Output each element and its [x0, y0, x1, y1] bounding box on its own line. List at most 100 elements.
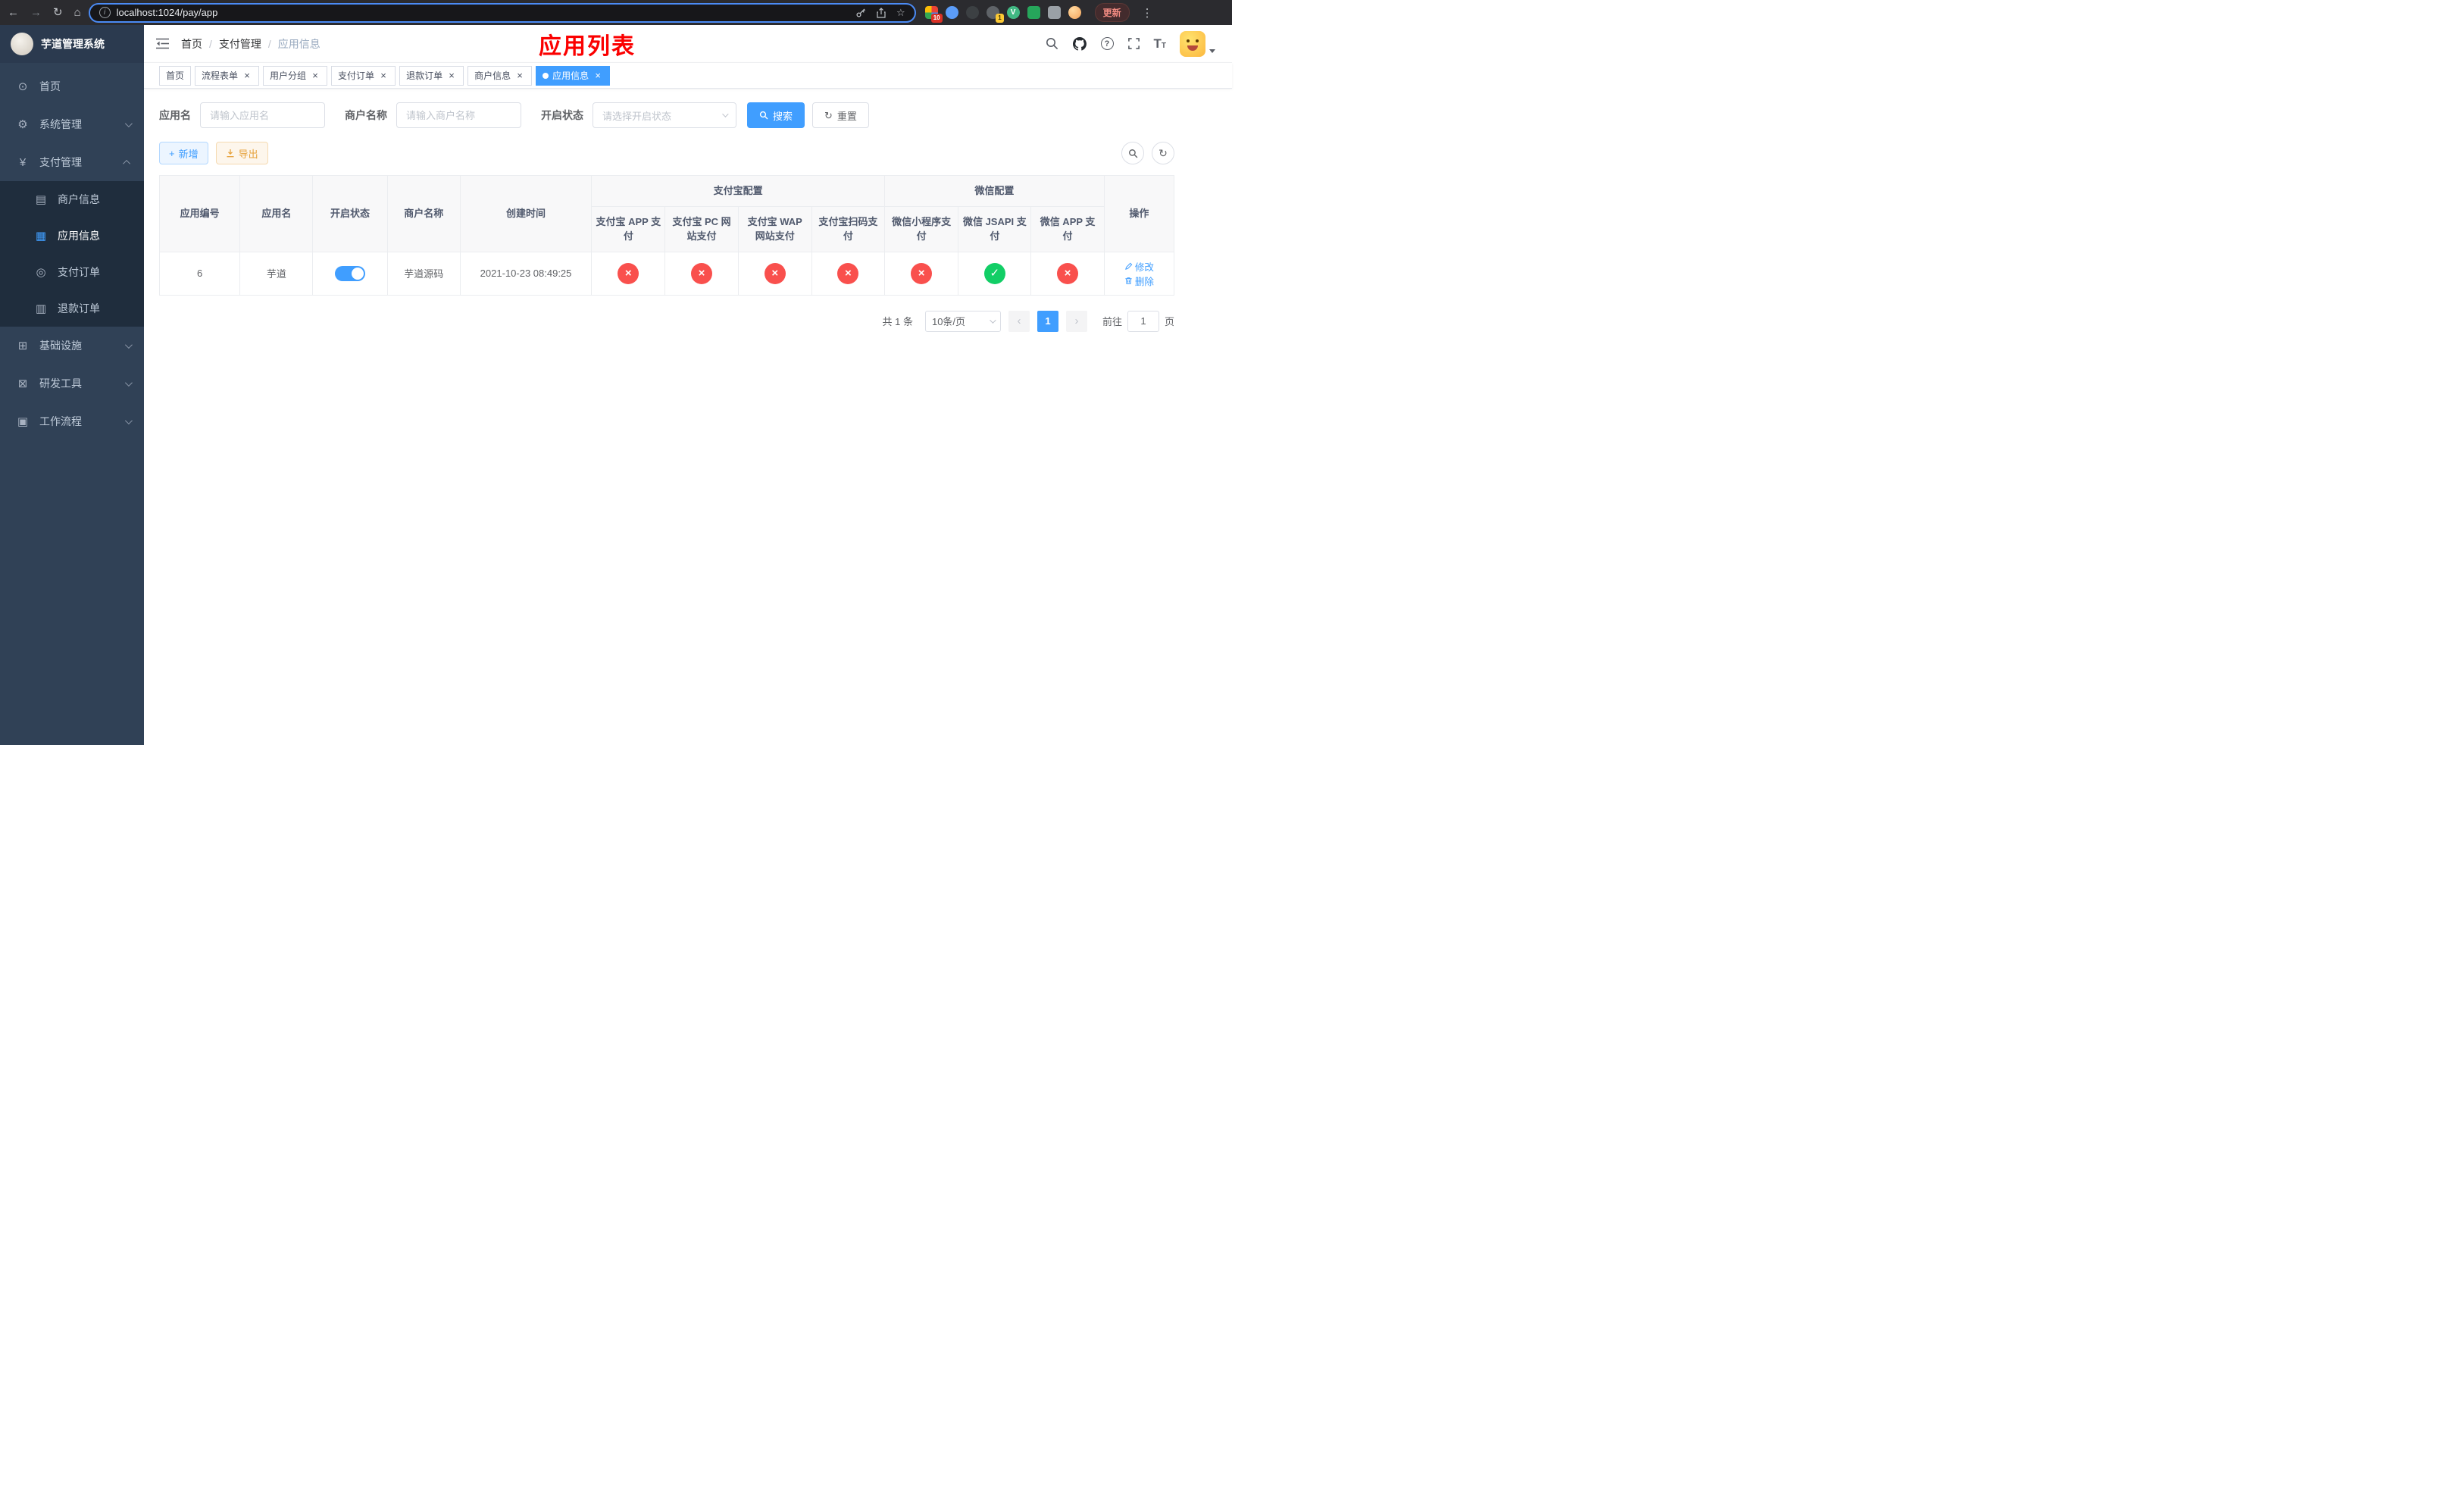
- close-icon[interactable]: ×: [593, 70, 603, 81]
- page-number-1[interactable]: 1: [1037, 310, 1058, 332]
- back-button[interactable]: ←: [8, 7, 19, 18]
- vue-devtools-icon[interactable]: V: [1006, 6, 1020, 19]
- breadcrumb-payment[interactable]: 支付管理: [219, 36, 261, 52]
- status-select[interactable]: 请选择开启状态: [593, 102, 736, 128]
- col-header-actions: 操作: [1103, 175, 1175, 252]
- header-search-icon[interactable]: [1046, 37, 1058, 50]
- sidebar-item-infrastructure[interactable]: ⊞ 基础设施: [0, 327, 144, 365]
- table-row: 6 芋道 芋道源码 2021-10-23 08:49:25 × × × × × …: [158, 251, 1175, 296]
- page-size-select[interactable]: 10条/页: [924, 310, 1001, 332]
- reset-button[interactable]: ↻ 重置: [812, 102, 869, 128]
- app-root: 芋道管理系统 ⊙ 首页 ⚙ 系统管理 ¥ 支付管理 ▤ 商户信息 ▦ 应用信息 ◎ 支付订单 ▥ 退款订单…: [0, 25, 1232, 745]
- export-button[interactable]: 导出: [215, 142, 268, 164]
- col-header-alipay-scan: 支付宝扫码支付: [811, 205, 886, 252]
- sidebar-item-payment-order[interactable]: ◎ 支付订单: [0, 254, 144, 290]
- user-menu[interactable]: [1180, 30, 1215, 57]
- yen-icon: ¥: [19, 155, 27, 169]
- filter-bar: 应用名 商户名称 开启状态 请选择开启状态 搜索 ↻ 重置: [159, 102, 1174, 128]
- bank-card-icon: ▤: [35, 193, 47, 206]
- search-button[interactable]: 搜索: [747, 102, 805, 128]
- sidebar-toggle-icon[interactable]: [156, 38, 169, 49]
- sidebar-item-home[interactable]: ⊙ 首页: [0, 67, 144, 105]
- next-page-button[interactable]: ›: [1065, 310, 1087, 332]
- search-icon: [1128, 149, 1137, 158]
- status-label: 开启状态: [541, 109, 583, 121]
- drop-extension-icon[interactable]: [945, 6, 958, 19]
- password-key-icon[interactable]: [855, 8, 866, 18]
- sidebar-item-dev-tools[interactable]: ⊠ 研发工具: [0, 365, 144, 402]
- sidebar-item-app-info[interactable]: ▦ 应用信息: [0, 218, 144, 254]
- site-info-icon[interactable]: i: [98, 7, 111, 18]
- toggle-search-button[interactable]: [1121, 142, 1144, 164]
- submenu-payment-management: ▤ 商户信息 ▦ 应用信息 ◎ 支付订单 ▥ 退款订单: [0, 181, 144, 327]
- badge-extension-icon[interactable]: 1: [986, 6, 1004, 23]
- browser-update-button[interactable]: 更新: [1094, 3, 1130, 22]
- refresh-icon: ↻: [1159, 147, 1168, 159]
- address-bar[interactable]: i localhost:1024/pay/app ☆: [88, 2, 916, 23]
- reload-button[interactable]: ↻: [53, 7, 63, 18]
- col-header-alipay-app: 支付宝 APP 支付: [591, 205, 666, 252]
- extension-badge: 1: [996, 14, 1004, 23]
- dark-extension-icon[interactable]: [965, 6, 979, 19]
- sidebar-item-merchant-info[interactable]: ▤ 商户信息: [0, 181, 144, 218]
- goto-page-input[interactable]: [1127, 310, 1159, 332]
- col-header-name: 应用名: [239, 175, 314, 252]
- status-disabled-icon: ×: [911, 262, 933, 284]
- extensions-grid-icon[interactable]: 10: [924, 6, 943, 23]
- font-size-icon[interactable]: TT: [1154, 37, 1167, 50]
- tags-view: 首页 流程表单 × 用户分组 × 支付订单 × 退款订单 × 商户信息 × 应用信息 ×: [144, 63, 1232, 89]
- breadcrumb-home[interactable]: 首页: [181, 36, 202, 52]
- puzzle-extensions-icon[interactable]: [1047, 6, 1061, 19]
- close-icon[interactable]: ×: [446, 70, 457, 81]
- forward-button[interactable]: →: [30, 7, 42, 18]
- edit-link[interactable]: 修改: [1124, 259, 1154, 274]
- close-icon[interactable]: ×: [514, 70, 525, 81]
- sidebar-logo[interactable]: 芋道管理系统: [0, 25, 144, 63]
- bookmark-star-icon[interactable]: ☆: [896, 7, 905, 19]
- browser-profile-avatar[interactable]: [1068, 6, 1081, 19]
- merchant-name-input[interactable]: [396, 102, 521, 128]
- delete-link[interactable]: 删除: [1124, 274, 1154, 288]
- col-header-wx-mini: 微信小程序支付: [884, 205, 959, 252]
- refresh-table-button[interactable]: ↻: [1152, 142, 1174, 164]
- grid-icon: ▦: [35, 230, 47, 243]
- breadcrumb-current: 应用信息: [277, 37, 321, 50]
- close-icon[interactable]: ×: [378, 70, 389, 81]
- github-icon[interactable]: [1072, 36, 1087, 52]
- tab-merchant-info[interactable]: 商户信息 ×: [467, 65, 533, 86]
- tab-app-info[interactable]: 应用信息 ×: [536, 65, 611, 86]
- sidebar-item-system-management[interactable]: ⚙ 系统管理: [0, 105, 144, 143]
- active-tab-dot: [543, 72, 549, 79]
- tab-refund-order[interactable]: 退款订单 ×: [399, 65, 464, 86]
- help-icon[interactable]: ?: [1100, 37, 1114, 50]
- close-icon[interactable]: ×: [310, 70, 321, 81]
- pencil-icon: [1124, 262, 1133, 271]
- status-disabled-icon: ×: [1057, 262, 1079, 284]
- notes-extension-icon[interactable]: [1027, 6, 1040, 19]
- sidebar: 芋道管理系统 ⊙ 首页 ⚙ 系统管理 ¥ 支付管理 ▤ 商户信息 ▦ 应用信息 ◎ 支付订单 ▥ 退款订单…: [0, 25, 144, 745]
- fullscreen-icon[interactable]: [1127, 37, 1140, 50]
- add-button[interactable]: + 新增: [159, 142, 208, 164]
- prev-page-button[interactable]: ‹: [1008, 310, 1030, 332]
- tab-user-group[interactable]: 用户分组 ×: [263, 65, 328, 86]
- search-icon: [759, 111, 768, 120]
- home-button[interactable]: ⌂: [74, 7, 81, 18]
- group-header-wechat: 微信配置: [884, 175, 1105, 207]
- sidebar-item-refund-order[interactable]: ▥ 退款订单: [0, 290, 144, 327]
- page-title: 应用列表: [539, 33, 636, 59]
- goto-unit-label: 页: [1164, 316, 1174, 327]
- status-toggle[interactable]: [335, 265, 366, 281]
- tab-home[interactable]: 首页: [159, 65, 192, 86]
- tab-process-form[interactable]: 流程表单 ×: [195, 65, 260, 86]
- workflow-icon: ▣: [17, 415, 29, 428]
- sidebar-item-workflow[interactable]: ▣ 工作流程: [0, 402, 144, 440]
- status-disabled-icon: ×: [764, 262, 786, 284]
- chevron-down-icon: [124, 119, 133, 127]
- browser-menu-icon[interactable]: ⋮: [1142, 6, 1153, 20]
- sidebar-item-payment-management[interactable]: ¥ 支付管理: [0, 143, 144, 181]
- share-icon[interactable]: [876, 7, 886, 18]
- navbar-actions: ? TT: [1046, 30, 1215, 57]
- app-name-input[interactable]: [200, 102, 325, 128]
- tab-payment-order[interactable]: 支付订单 ×: [331, 65, 396, 86]
- close-icon[interactable]: ×: [242, 70, 252, 81]
